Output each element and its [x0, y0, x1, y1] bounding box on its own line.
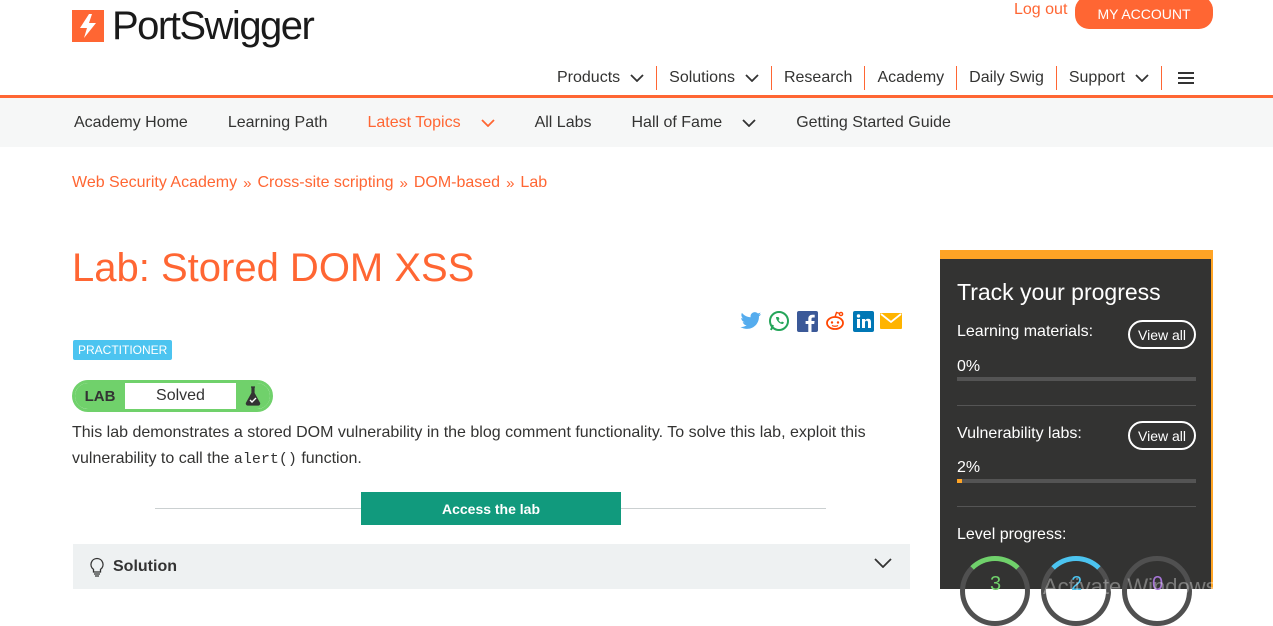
reddit-icon[interactable] — [824, 310, 846, 332]
subnav-latest-topics-label: Latest Topics — [367, 113, 461, 131]
lab-status-widget: LAB Solved — [72, 380, 273, 412]
breadcrumb-item[interactable]: DOM-based — [414, 174, 500, 192]
apprentice-level-count: 3 — [990, 573, 1002, 595]
lab-description: This lab demonstrates a stored DOM vulne… — [72, 420, 912, 473]
nav-support-label: Support — [1068, 69, 1125, 86]
nav-products-label: Products — [557, 69, 621, 86]
lab-description-code: alert() — [233, 451, 297, 468]
my-account-button[interactable]: MY ACCOUNT — [1075, 0, 1213, 29]
subnav-getting-started-label: Getting Started Guide — [796, 113, 951, 131]
breadcrumb-separator-icon: » — [506, 174, 515, 192]
chevron-down-icon — [874, 558, 892, 568]
nav-daily-swig[interactable]: Daily Swig — [957, 66, 1057, 90]
nav-academy-label: Academy — [877, 69, 945, 86]
subnav-hall-of-fame[interactable]: Hall of Fame — [631, 114, 756, 132]
apprentice-level-ring[interactable]: 3 — [960, 556, 1030, 626]
subnav-learning-path-label: Learning Path — [227, 113, 328, 131]
chevron-down-icon — [745, 74, 759, 82]
subnav-hall-of-fame-label: Hall of Fame — [631, 113, 723, 131]
vulnerability-labs-label: Vulnerability labs: — [957, 425, 1082, 442]
portswigger-logo[interactable]: PortSwigger — [72, 4, 315, 48]
breadcrumb-separator-icon: » — [243, 174, 252, 192]
nav-solutions-label: Solutions — [669, 69, 735, 86]
brand-name: PortSwigger — [112, 4, 315, 48]
nav-products[interactable]: Products — [545, 66, 658, 90]
site-header: PortSwigger Log out MY ACCOUNT Products … — [0, 0, 1273, 95]
subnav-learning-path[interactable]: Learning Path — [228, 114, 328, 132]
chevron-down-icon — [480, 118, 495, 127]
chevron-down-icon — [1135, 74, 1149, 82]
whatsapp-icon[interactable] — [768, 310, 790, 332]
nav-daily-swig-label: Daily Swig — [969, 69, 1044, 86]
breadcrumb-item[interactable]: Web Security Academy — [72, 174, 237, 192]
portswigger-logo-icon — [72, 10, 104, 42]
labs-progress-fill — [957, 479, 962, 483]
labs-view-all-button[interactable]: View all — [1128, 421, 1196, 450]
breadcrumb-item[interactable]: Lab — [520, 174, 547, 192]
lab-tag: LAB — [75, 383, 125, 409]
logout-link[interactable]: Log out — [1014, 1, 1067, 19]
page-title: Lab: Stored DOM XSS — [72, 246, 475, 290]
subnav-latest-topics[interactable]: Latest Topics — [367, 113, 495, 132]
learning-view-all-button[interactable]: View all — [1128, 320, 1196, 349]
breadcrumb: Web Security Academy » Cross-site script… — [72, 174, 547, 192]
nav-academy[interactable]: Academy — [865, 66, 958, 90]
nav-research[interactable]: Research — [772, 66, 866, 90]
chevron-down-icon — [742, 118, 756, 127]
chevron-down-icon — [630, 74, 644, 82]
learning-progress-bar — [957, 377, 1196, 381]
labs-progress-bar — [957, 479, 1196, 483]
subnav-all-labs-label: All Labs — [534, 113, 592, 131]
subnav-academy-home-label: Academy Home — [74, 113, 188, 131]
lab-description-text-end: function. — [296, 450, 362, 467]
panel-divider — [957, 506, 1196, 507]
vulnerability-labs-percent: 2% — [957, 459, 981, 476]
breadcrumb-item[interactable]: Cross-site scripting — [257, 174, 393, 192]
academy-subnav: Academy Home Learning Path Latest Topics… — [0, 98, 1273, 147]
breadcrumb-separator-icon: » — [399, 174, 408, 192]
solution-label: Solution — [113, 557, 177, 575]
hamburger-menu-icon[interactable] — [1177, 72, 1194, 84]
progress-title: Track your progress — [957, 279, 1161, 305]
level-progress-label: Level progress: — [957, 526, 1067, 543]
panel-divider — [957, 405, 1196, 406]
share-bar — [740, 310, 902, 332]
top-nav: Products Solutions Research Academy Dail… — [545, 64, 1194, 92]
practitioner-badge: PRACTITIONER — [73, 340, 173, 360]
flask-check-icon — [236, 383, 270, 409]
solution-accordion[interactable]: Solution — [73, 544, 910, 589]
windows-activation-watermark: Activate Windows — [1043, 574, 1217, 599]
lab-status-text: Solved — [125, 383, 236, 409]
panel-accent-border — [1211, 259, 1213, 589]
email-icon[interactable] — [880, 310, 902, 332]
subnav-all-labs[interactable]: All Labs — [535, 114, 592, 132]
access-lab-button[interactable]: Access the lab — [361, 492, 621, 525]
lab-description-text: This lab demonstrates a stored DOM vulne… — [72, 424, 866, 467]
progress-panel: Track your progress Learning materials: … — [940, 250, 1213, 626]
linkedin-icon[interactable] — [852, 310, 874, 332]
learning-materials-label: Learning materials: — [957, 323, 1094, 340]
lightbulb-icon — [90, 557, 104, 577]
nav-support[interactable]: Support — [1057, 66, 1162, 90]
facebook-icon[interactable] — [796, 310, 818, 332]
nav-research-label: Research — [783, 69, 853, 86]
subnav-getting-started[interactable]: Getting Started Guide — [796, 114, 951, 132]
learning-materials-percent: 0% — [957, 358, 981, 375]
nav-solutions[interactable]: Solutions — [657, 66, 772, 90]
subnav-academy-home[interactable]: Academy Home — [74, 114, 188, 132]
twitter-icon[interactable] — [740, 310, 762, 332]
